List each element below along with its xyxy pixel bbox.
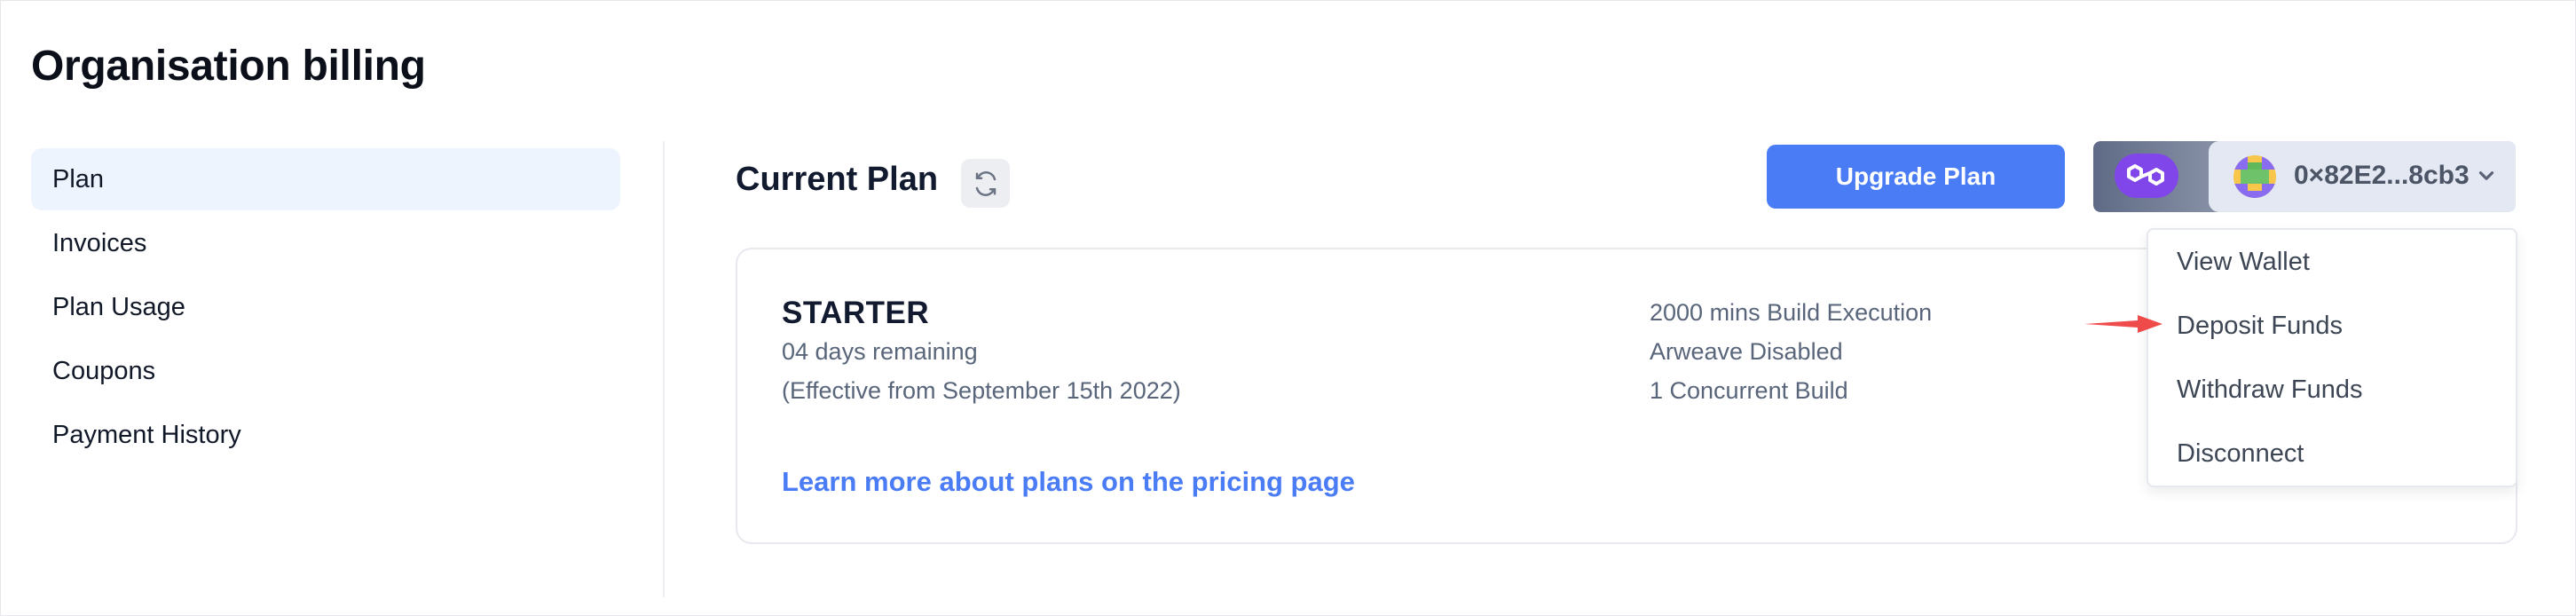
- plan-feature-arweave: Arweave Disabled: [1650, 338, 1843, 365]
- pricing-page-link[interactable]: Learn more about plans on the pricing pa…: [782, 466, 1355, 498]
- network-selector[interactable]: [2093, 141, 2226, 212]
- plan-days-remaining: 04 days remaining: [782, 338, 978, 365]
- billing-sidebar: Plan Invoices Plan Usage Coupons Payment…: [31, 148, 620, 468]
- polygon-icon: [2115, 154, 2178, 198]
- sidebar-item-payment-history[interactable]: Payment History: [31, 404, 620, 466]
- menu-item-view-wallet[interactable]: View Wallet: [2148, 230, 2516, 294]
- billing-page: Organisation billing Plan Invoices Plan …: [0, 0, 2576, 616]
- refresh-icon: [975, 170, 996, 196]
- plan-feature-concurrent-build: 1 Concurrent Build: [1650, 377, 1848, 404]
- upgrade-plan-button[interactable]: Upgrade Plan: [1767, 145, 2065, 209]
- section-title: Current Plan: [736, 161, 939, 198]
- plan-name: STARTER: [782, 296, 930, 330]
- avatar: [2233, 155, 2276, 198]
- annotation-arrow-icon: [2084, 315, 2162, 333]
- menu-item-deposit-funds[interactable]: Deposit Funds: [2148, 294, 2516, 358]
- wallet-address: 0×82E2...8cb3: [2294, 161, 2470, 190]
- sidebar-item-coupons[interactable]: Coupons: [31, 340, 620, 402]
- plan-feature-build-execution: 2000 mins Build Execution: [1650, 299, 1933, 326]
- sidebar-item-invoices[interactable]: Invoices: [31, 212, 620, 274]
- sidebar-item-plan-usage[interactable]: Plan Usage: [31, 276, 620, 338]
- refresh-button[interactable]: [961, 159, 1010, 208]
- sidebar-item-plan[interactable]: Plan: [31, 148, 620, 210]
- wallet-menu: View Wallet Deposit Funds Withdraw Funds…: [2147, 228, 2517, 487]
- page-title: Organisation billing: [31, 43, 426, 90]
- sidebar-divider: [663, 141, 665, 597]
- menu-item-withdraw-funds[interactable]: Withdraw Funds: [2148, 358, 2516, 422]
- menu-item-disconnect[interactable]: Disconnect: [2148, 422, 2516, 486]
- plan-effective-date: (Effective from September 15th 2022): [782, 377, 1181, 404]
- wallet-account[interactable]: 0×82E2...8cb3: [2209, 141, 2516, 212]
- chevron-down-icon: [2478, 171, 2494, 180]
- wallet-connect-button[interactable]: 0×82E2...8cb3: [2093, 141, 2516, 212]
